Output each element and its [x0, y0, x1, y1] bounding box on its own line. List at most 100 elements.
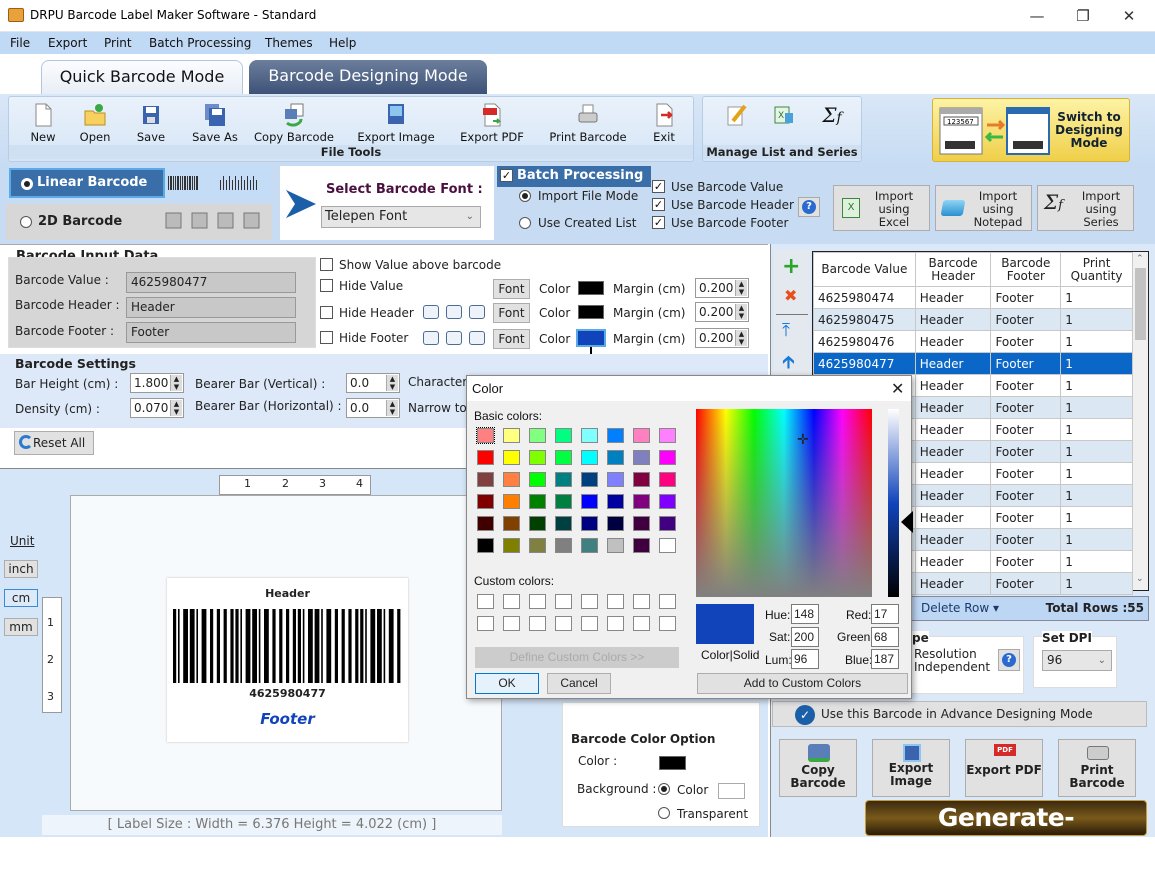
column-barcode-value[interactable]: Barcode Value	[813, 252, 916, 287]
move-to-top-icon[interactable]: ⤒	[782, 320, 790, 341]
basic-color-swatch[interactable]	[529, 450, 546, 465]
spinner-arrows-icon[interactable]: ▲ ▼	[170, 400, 182, 416]
image-type-help-button[interactable]: ?	[998, 649, 1020, 671]
tab-barcode-designing-mode[interactable]: Barcode Designing Mode	[249, 60, 487, 94]
cell-barcode-value[interactable]: 4625980475	[813, 308, 916, 331]
custom-color-swatch[interactable]	[503, 616, 520, 631]
value-margin-input[interactable]: 0.200 ▲ ▼	[695, 278, 749, 298]
luminance-pointer-icon[interactable]	[901, 511, 913, 533]
close-button[interactable]: ✕	[1114, 4, 1144, 28]
basic-color-swatch[interactable]	[529, 428, 546, 443]
barcode-label[interactable]: Header 4625980477 Footer	[167, 578, 408, 742]
2d-barcode-radio[interactable]	[20, 216, 32, 228]
basic-color-swatch[interactable]	[607, 538, 624, 553]
hue-input[interactable]: 148	[791, 604, 819, 624]
basic-color-swatch[interactable]	[477, 516, 494, 531]
copy-barcode-action-button[interactable]: Copy Barcode	[779, 739, 857, 797]
spinner-arrows-icon[interactable]: ▲ ▼	[735, 330, 747, 346]
import-notepad-button[interactable]: Import using Notepad	[935, 185, 1032, 231]
custom-color-swatch[interactable]	[581, 594, 598, 609]
import-excel-button[interactable]: X Import using Excel	[833, 185, 930, 231]
cell-barcode-header[interactable]: Header	[914, 374, 992, 397]
header-color-swatch[interactable]	[578, 305, 604, 319]
cell-barcode-footer[interactable]: Footer	[990, 352, 1062, 375]
color-spectrum[interactable]: ✛	[696, 409, 872, 597]
menu-help[interactable]: Help	[329, 36, 356, 50]
custom-color-swatch[interactable]	[477, 616, 494, 631]
basic-color-swatch[interactable]	[555, 538, 572, 553]
use-barcode-value-checkbox[interactable]: ✓	[652, 180, 665, 193]
use-barcode-header-checkbox[interactable]: ✓	[652, 198, 665, 211]
menu-themes[interactable]: Themes	[265, 36, 313, 50]
basic-color-swatch[interactable]	[503, 450, 520, 465]
basic-color-swatch[interactable]	[607, 494, 624, 509]
custom-color-swatch[interactable]	[607, 616, 624, 631]
basic-color-swatch[interactable]	[659, 538, 676, 553]
spinner-arrows-icon[interactable]: ▲ ▼	[735, 280, 747, 296]
2d-barcode-panel[interactable]: 2D Barcode	[6, 204, 272, 240]
custom-color-swatch[interactable]	[555, 594, 572, 609]
basic-color-swatch[interactable]	[477, 450, 494, 465]
basic-color-swatch[interactable]	[659, 428, 676, 443]
new-button[interactable]: New	[23, 103, 63, 144]
density-input[interactable]: 0.070 ▲ ▼	[130, 398, 184, 418]
cell-print-quantity[interactable]: 1	[1060, 506, 1133, 529]
basic-color-swatch[interactable]	[555, 472, 572, 487]
barcode-font-dropdown[interactable]: Telepen Font ⌄	[321, 206, 481, 228]
basic-color-swatch[interactable]	[633, 494, 650, 509]
column-barcode-header[interactable]: Barcode Header	[914, 252, 992, 287]
cell-barcode-footer[interactable]: Footer	[990, 484, 1062, 507]
use-barcode-footer-checkbox[interactable]: ✓	[652, 216, 665, 229]
background-transparent-radio[interactable]	[658, 807, 670, 819]
basic-color-swatch[interactable]	[477, 494, 494, 509]
custom-color-swatch[interactable]	[477, 594, 494, 609]
basic-color-swatch[interactable]	[529, 516, 546, 531]
unit-inch-button[interactable]: inch	[4, 560, 38, 578]
basic-color-swatch[interactable]	[581, 516, 598, 531]
cell-barcode-footer[interactable]: Footer	[990, 330, 1062, 353]
reset-all-button[interactable]: Reset All	[14, 431, 94, 455]
menu-export[interactable]: Export	[48, 36, 87, 50]
add-to-custom-colors-button[interactable]: Add to Custom Colors	[697, 673, 908, 694]
hide-value-checkbox[interactable]	[320, 279, 333, 292]
export-image-action-button[interactable]: Export Image	[872, 739, 950, 797]
basic-color-swatch[interactable]	[659, 472, 676, 487]
basic-color-swatch[interactable]	[659, 450, 676, 465]
cell-barcode-header[interactable]: Header	[914, 484, 992, 507]
cell-print-quantity[interactable]: 1	[1060, 308, 1133, 331]
basic-color-swatch[interactable]	[633, 472, 650, 487]
open-button[interactable]: Open	[75, 103, 115, 144]
basic-color-swatch[interactable]	[529, 494, 546, 509]
cell-barcode-footer[interactable]: Footer	[990, 374, 1062, 397]
advance-designing-mode-button[interactable]: ✓ Use this Barcode in Advance Designing …	[772, 701, 1147, 727]
cell-barcode-header[interactable]: Header	[914, 550, 992, 573]
cell-barcode-header[interactable]: Header	[914, 572, 992, 595]
custom-color-swatch[interactable]	[659, 594, 676, 609]
switch-to-designing-mode-button[interactable]: 123567 Switch to Designing Mode	[932, 98, 1130, 162]
basic-color-swatch[interactable]	[659, 516, 676, 531]
basic-color-swatch[interactable]	[581, 450, 598, 465]
basic-color-swatch[interactable]	[633, 450, 650, 465]
ok-button[interactable]: OK	[475, 673, 539, 694]
cell-barcode-footer[interactable]: Footer	[990, 286, 1062, 309]
luminance-slider[interactable]	[888, 409, 899, 597]
basic-color-swatch[interactable]	[477, 472, 494, 487]
header-font-button[interactable]: Font	[493, 303, 530, 323]
export-pdf-action-button[interactable]: PDF Export PDF	[965, 739, 1043, 797]
basic-color-swatch[interactable]	[633, 516, 650, 531]
cell-print-quantity[interactable]: 1	[1060, 418, 1133, 441]
minimize-button[interactable]: —	[1022, 4, 1052, 28]
basic-color-swatch[interactable]	[659, 494, 676, 509]
cell-barcode-header[interactable]: Header	[914, 308, 992, 331]
cell-barcode-value[interactable]: 4625980476	[813, 330, 916, 353]
cell-print-quantity[interactable]: 1	[1060, 550, 1133, 573]
batch-processing-checkbox[interactable]: ✓ Batch Processing	[497, 166, 651, 187]
cell-barcode-footer[interactable]: Footer	[990, 440, 1062, 463]
header-margin-input[interactable]: 0.200 ▲ ▼	[695, 302, 749, 322]
footer-align-right-button[interactable]	[469, 331, 485, 345]
unit-cm-button[interactable]: cm	[4, 589, 38, 607]
basic-color-swatch[interactable]	[555, 516, 572, 531]
cell-print-quantity[interactable]: 1	[1060, 374, 1133, 397]
scroll-up-icon[interactable]: ⌃	[1136, 254, 1144, 264]
lum-input[interactable]: 96	[791, 649, 819, 669]
